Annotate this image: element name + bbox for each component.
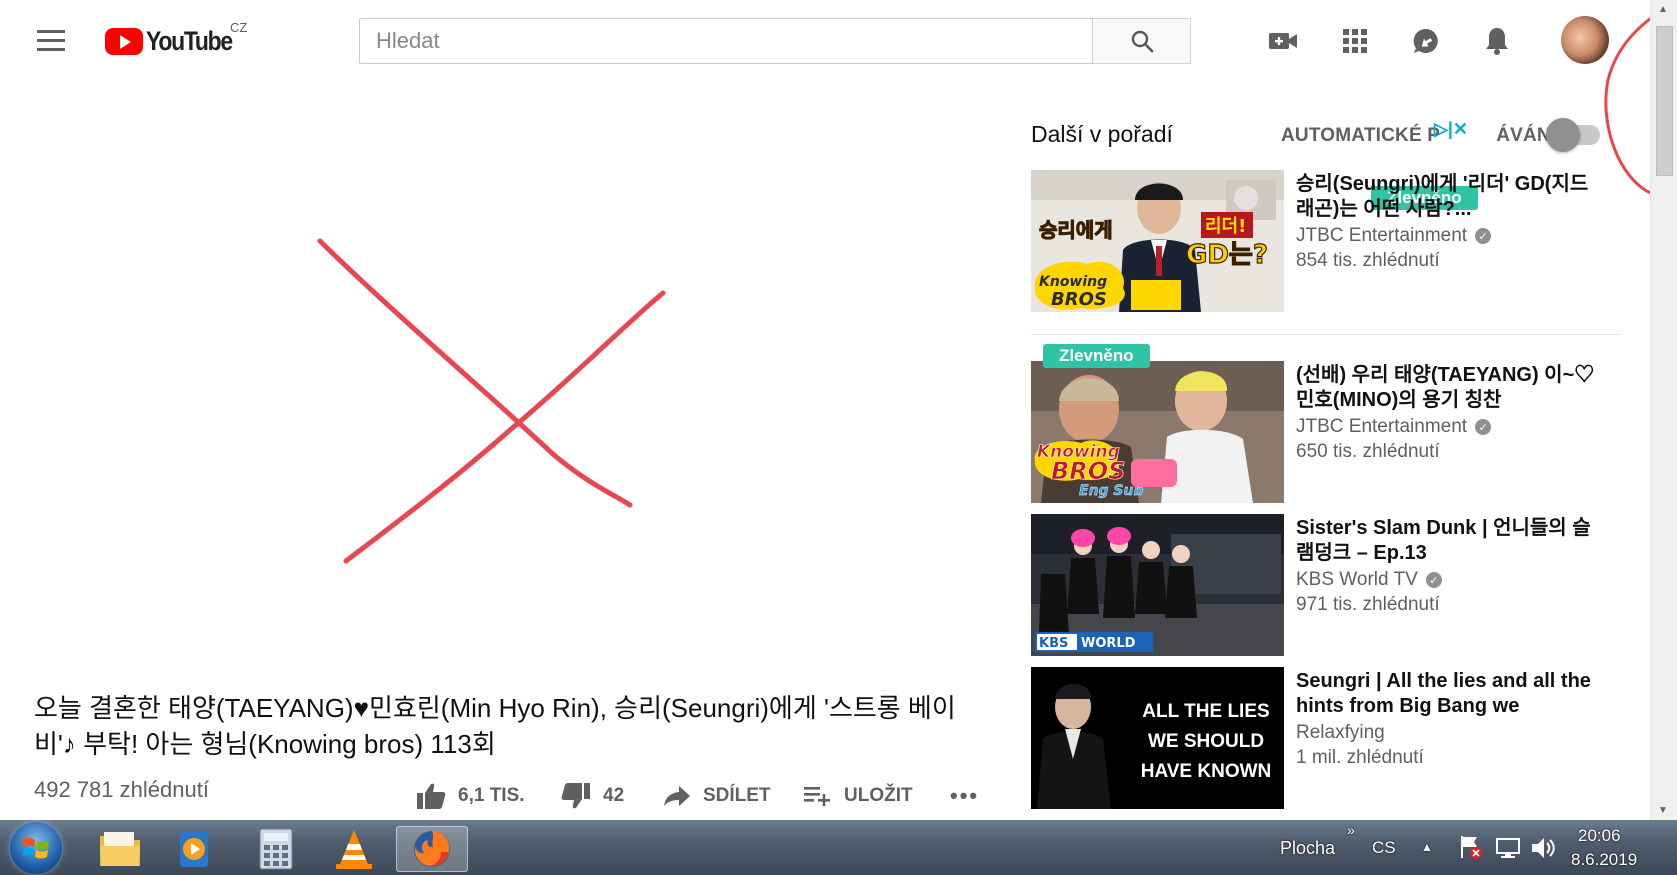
up-next-video-3[interactable]: KBS WORLD Sister's Slam Dunk | 언니들의 슬램덩크… <box>1031 514 1611 656</box>
network-icon[interactable] <box>1495 836 1521 865</box>
svg-text:Knowing: Knowing <box>1039 274 1107 290</box>
view-count: 971 tis. zhlédnutí <box>1296 594 1440 615</box>
media-player-icon[interactable] <box>164 826 224 872</box>
video-thumbnail[interactable]: KBS WORLD <box>1031 514 1284 656</box>
up-next-video-2[interactable]: Knowing BROS Eng Sub Zlevněno (선배) 우리 태양… <box>1031 344 1611 503</box>
video-title[interactable]: (선배) 우리 태양(TAEYANG) 이~♡ 민호(MINO)의 용기 칭찬 <box>1296 363 1596 413</box>
scrollbar-thumb[interactable] <box>1656 26 1673 176</box>
add-to-playlist-icon <box>804 787 830 806</box>
share-label: SDÍLET <box>703 785 771 806</box>
video-title[interactable]: 승리(Seungri)에게 '리더' GD(지드래곤)는 어떤 사람?... <box>1296 172 1596 222</box>
discount-badge: Zlevněno <box>1043 344 1150 368</box>
search-button[interactable] <box>1093 18 1191 64</box>
svg-text:GD는?: GD는? <box>1186 240 1268 270</box>
view-count: 650 tis. zhlédnutí <box>1296 441 1440 462</box>
divider <box>1031 334 1621 335</box>
svg-text:KBS: KBS <box>1039 636 1068 651</box>
menu-icon[interactable] <box>37 30 65 52</box>
scroll-down-arrow-icon[interactable]: ▼ <box>1658 805 1668 816</box>
autoplay-label: AUTOMATICKÉ P ÁVÁNÍ <box>1281 125 1556 147</box>
action-center-flag-icon[interactable] <box>1459 834 1483 865</box>
svg-text:BROS: BROS <box>1051 457 1125 485</box>
up-next-heading: Další v pořadí <box>1031 121 1173 147</box>
input-language-indicator[interactable]: CS <box>1372 838 1396 858</box>
dislike-button[interactable]: 42 <box>561 781 624 811</box>
apps-grid-icon[interactable] <box>1338 24 1372 58</box>
vlc-cone-icon[interactable] <box>324 826 384 872</box>
calculator-icon[interactable] <box>246 826 306 872</box>
desktop-toolbar-label[interactable]: Plocha <box>1280 838 1335 859</box>
verified-check-icon: ✓ <box>1425 572 1442 588</box>
thumbnail-text-line: HAVE KNOWN <box>1140 761 1272 782</box>
red-x-annotation <box>317 238 666 564</box>
autoplay-label-start: AUTOMATICKÉ P <box>1281 125 1441 146</box>
view-count: 492 781 zhlédnutí <box>34 777 209 802</box>
masthead: YouTube CZ <box>0 0 1650 80</box>
show-hidden-icons-arrow-icon[interactable]: ▲ <box>1421 840 1433 854</box>
video-title: 오늘 결혼한 태양(TAEYANG)♥민효린(Min Hyo Rin), 승리(… <box>34 693 956 759</box>
thumbnail-text-line: WE SHOULD <box>1147 731 1265 752</box>
youtube-play-icon <box>105 27 143 55</box>
notifications-bell-icon[interactable] <box>1480 24 1514 58</box>
channel-name[interactable]: JTBC Entertainment ✓ <box>1296 416 1596 438</box>
search-icon <box>1131 30 1153 53</box>
thumbs-down-icon <box>561 783 590 809</box>
scroll-up-arrow-icon[interactable]: ▲ <box>1658 4 1668 15</box>
share-arrow-icon <box>664 786 690 806</box>
channel-label: JTBC Entertainment <box>1296 416 1468 437</box>
messages-icon[interactable] <box>1409 24 1443 58</box>
svg-text:WORLD: WORLD <box>1081 636 1136 651</box>
video-thumbnail[interactable]: 승리에게 리더! GD는? Knowing BROS <box>1031 170 1284 312</box>
share-button[interactable]: SDÍLET <box>663 781 771 811</box>
view-count: 1 mil. zhlédnutí <box>1296 747 1424 768</box>
video-thumbnail[interactable]: Knowing BROS Eng Sub <box>1031 361 1284 503</box>
search-input[interactable] <box>360 19 1092 63</box>
verified-check-icon: ✓ <box>1475 228 1492 244</box>
region-code: CZ <box>230 20 248 35</box>
start-button[interactable] <box>10 822 62 874</box>
view-count: 854 tis. zhlédnutí <box>1296 250 1440 271</box>
clock-date[interactable]: 8.6.2019 <box>1571 850 1637 870</box>
youtube-logo[interactable]: YouTube CZ <box>105 20 247 58</box>
firefox-icon[interactable] <box>396 826 468 872</box>
windows-logo-icon <box>22 837 49 859</box>
adchoices-icon[interactable]: ▷|✕ <box>1434 119 1468 140</box>
up-next-video-1[interactable]: 승리에게 리더! GD는? Knowing BROS Zlevněno 승리(S… <box>1031 170 1611 312</box>
channel-name[interactable]: KBS World TV ✓ <box>1296 569 1596 591</box>
volume-speaker-icon[interactable] <box>1530 836 1556 865</box>
channel-label: KBS World TV <box>1296 569 1418 590</box>
logo-text: YouTube <box>146 25 233 56</box>
channel-label: Relaxfying <box>1296 722 1385 743</box>
create-video-icon[interactable] <box>1266 24 1300 58</box>
autoplay-toggle-knob[interactable] <box>1546 118 1580 152</box>
like-button[interactable]: 6,1 TIS. <box>416 781 525 811</box>
video-thumbnail[interactable]: ALL THE LIES WE SHOULD HAVE KNOWN <box>1031 667 1284 809</box>
clock-time[interactable]: 20:06 <box>1578 826 1621 846</box>
save-label: ULOŽIT <box>844 785 913 806</box>
more-actions-icon[interactable]: ••• <box>950 781 979 811</box>
search-box <box>359 18 1093 64</box>
save-button[interactable]: ULOŽIT <box>804 781 913 811</box>
svg-text:BROS: BROS <box>1051 289 1107 310</box>
thumbs-up-icon <box>417 783 446 809</box>
channel-name[interactable]: Relaxfying <box>1296 722 1596 744</box>
video-title[interactable]: Sister's Slam Dunk | 언니들의 슬램덩크 – Ep.13 <box>1296 516 1596 566</box>
like-count: 6,1 TIS. <box>458 785 525 806</box>
svg-text:승리에게: 승리에게 <box>1039 218 1113 242</box>
toolbar-chevron-icon[interactable]: » <box>1347 822 1355 838</box>
channel-label: JTBC Entertainment <box>1296 225 1468 246</box>
explorer-folder-icon[interactable] <box>90 826 150 872</box>
up-next-video-4[interactable]: ALL THE LIES WE SHOULD HAVE KNOWN Seungr… <box>1031 667 1611 809</box>
channel-name[interactable]: JTBC Entertainment ✓ <box>1296 225 1596 247</box>
video-title[interactable]: Seungri | All the lies and all the hints… <box>1296 669 1596 719</box>
svg-text:리더!: 리더! <box>1205 216 1246 237</box>
dislike-count: 42 <box>603 785 625 806</box>
thumbnail-text-line: ALL THE LIES <box>1142 701 1270 722</box>
verified-check-icon: ✓ <box>1475 419 1492 435</box>
